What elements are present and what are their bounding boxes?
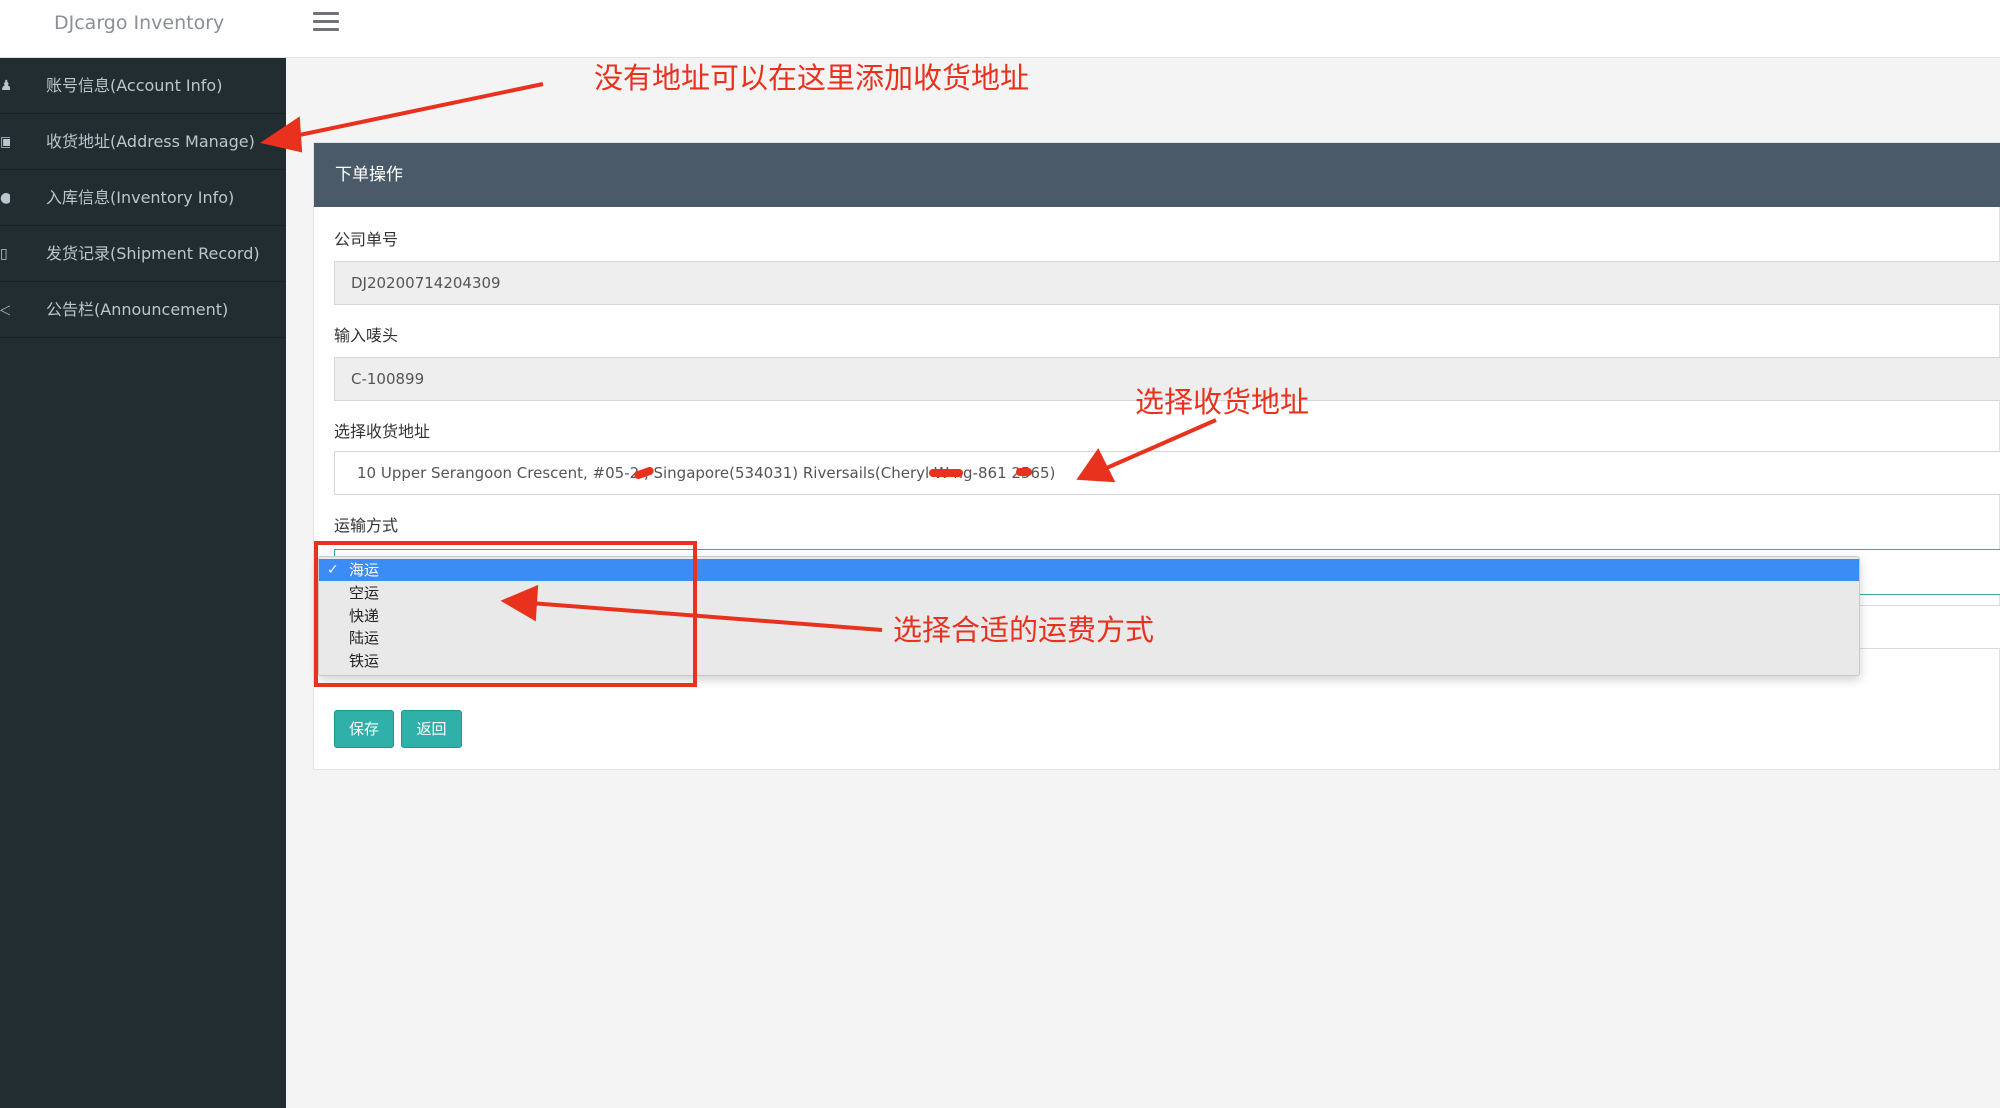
sidebar-item-inventory-info[interactable]: ● 入库信息(Inventory Info) <box>0 170 286 226</box>
announcement-icon: ◁ <box>0 302 10 318</box>
address-label: 选择收货地址 <box>334 422 431 441</box>
sidebar-item-announcement[interactable]: ◁ 公告栏(Announcement) <box>0 282 286 338</box>
address-select[interactable]: 10 Upper Serangoon Crescent, #05-2 , Sin… <box>334 451 2000 495</box>
redaction-scribble <box>929 469 963 477</box>
sidebar-item-label: 发货记录(Shipment Record) <box>46 244 260 263</box>
arrow-to-address-manage <box>284 82 544 140</box>
shipment-icon: ▯ <box>0 246 8 262</box>
user-icon: ♟ <box>0 78 10 94</box>
hamburger-line <box>313 28 339 31</box>
hamburger-menu-icon[interactable] <box>313 10 339 32</box>
annotation-highlight-box <box>314 541 697 687</box>
sidebar-item-label: 公告栏(Announcement) <box>46 300 229 319</box>
annotation-add-address: 没有地址可以在这里添加收货地址 <box>594 61 1030 95</box>
annotation-select-shipping: 选择合适的运费方式 <box>893 613 1155 647</box>
sidebar-item-account-info[interactable]: ♟ 账号信息(Account Info) <box>0 58 286 114</box>
address-icon: ▣ <box>0 134 10 150</box>
mark-label: 输入唛头 <box>334 326 399 345</box>
sidebar-item-label: 入库信息(Inventory Info) <box>46 188 235 207</box>
annotation-select-address: 选择收货地址 <box>1135 385 1310 419</box>
inventory-icon: ● <box>0 190 10 206</box>
sidebar: ♟ 账号信息(Account Info) ▣ 收货地址(Address Mana… <box>0 58 286 1108</box>
hamburger-line <box>313 12 339 15</box>
panel-title: 下单操作 <box>335 165 403 185</box>
sidebar-item-address-manage[interactable]: ▣ 收货地址(Address Manage) <box>0 114 286 170</box>
hamburger-line <box>313 20 339 23</box>
sidebar-item-shipment-record[interactable]: ▯ 发货记录(Shipment Record) <box>0 226 286 282</box>
company-order-label: 公司单号 <box>334 230 399 249</box>
back-button[interactable]: 返回 <box>401 710 462 748</box>
top-header: DJcargo Inventory <box>0 0 2000 58</box>
company-order-field[interactable]: DJ20200714204309 <box>334 261 2000 305</box>
shipping-method-label: 运输方式 <box>334 516 399 535</box>
redaction-scribble <box>1016 468 1032 476</box>
panel-header: 下单操作 <box>314 143 2000 207</box>
sidebar-item-label: 账号信息(Account Info) <box>46 76 223 95</box>
brand-logo[interactable]: DJcargo Inventory <box>54 10 224 36</box>
save-button[interactable]: 保存 <box>334 710 394 748</box>
sidebar-item-label: 收货地址(Address Manage) <box>46 132 255 151</box>
